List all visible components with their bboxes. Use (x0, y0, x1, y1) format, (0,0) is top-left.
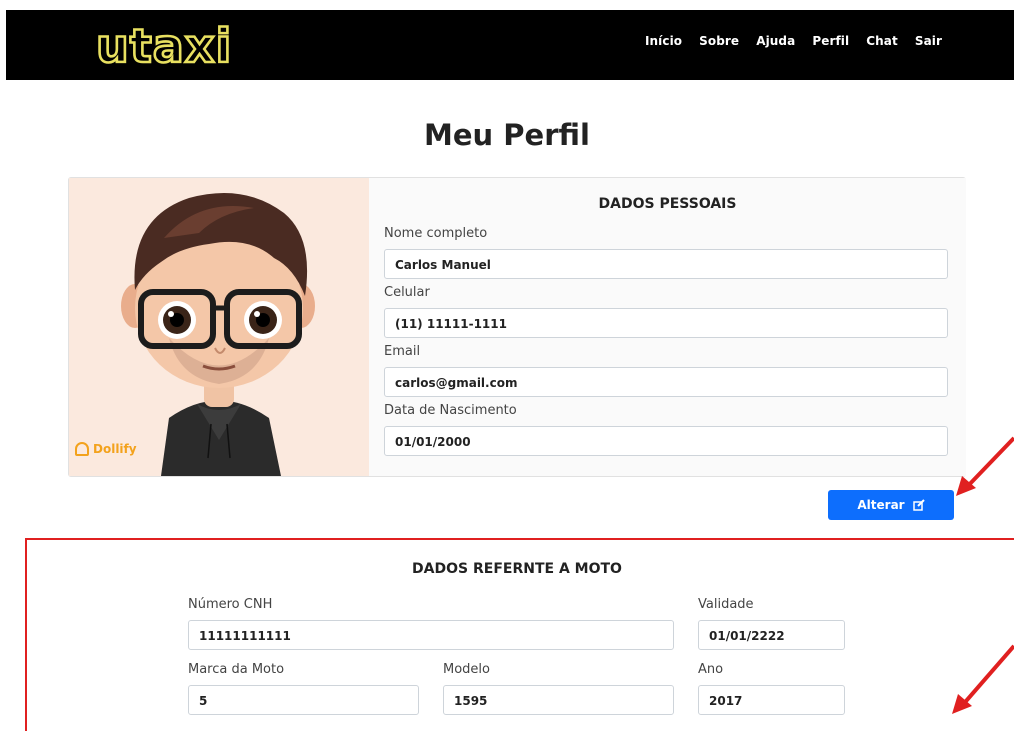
nav-menu: Início Sobre Ajuda Perfil Chat Sair (645, 34, 942, 48)
ano-field[interactable]: 2017 (698, 685, 845, 715)
headset-icon (75, 442, 89, 456)
validade-label: Validade (698, 597, 754, 612)
alter-button[interactable]: Alterar (828, 490, 954, 520)
email-label: Email (384, 344, 421, 359)
cnh-label: Número CNH (188, 597, 273, 612)
personal-data-title: DADOS PESSOAIS (598, 196, 737, 212)
birthdate-label: Data de Nascimento (384, 403, 517, 418)
modelo-label: Modelo (443, 662, 490, 677)
marca-field[interactable]: 5 (188, 685, 419, 715)
nav-link-inicio[interactable]: Início (645, 34, 682, 48)
navbar: utaxi Início Sobre Ajuda Perfil Chat Sai… (6, 10, 1014, 80)
annotation-arrow-moto (952, 644, 1014, 714)
ano-label: Ano (698, 662, 724, 677)
nav-link-perfil[interactable]: Perfil (812, 34, 849, 48)
phone-label: Celular (384, 285, 430, 300)
nav-link-chat[interactable]: Chat (866, 34, 898, 48)
birthdate-field[interactable]: 01/01/2000 (384, 426, 948, 456)
phone-field[interactable]: (11) 11111-1111 (384, 308, 948, 338)
annotation-arrow-button (956, 436, 1014, 496)
profile-card: Dollify DADOS PESSOAIS Nome completo Car… (68, 177, 966, 477)
utaxi-logo[interactable]: utaxi (94, 18, 234, 78)
cnh-field[interactable]: 11111111111 (188, 620, 674, 650)
nav-link-sair[interactable]: Sair (915, 34, 942, 48)
nav-link-sobre[interactable]: Sobre (699, 34, 739, 48)
logo-text: utaxi (96, 19, 232, 73)
name-label: Nome completo (384, 226, 488, 241)
page-title: Meu Perfil (424, 118, 590, 152)
moto-data-title: DADOS REFERNTE A MOTO (412, 561, 622, 577)
edit-icon (912, 499, 925, 511)
marca-label: Marca da Moto (188, 662, 285, 677)
validade-field[interactable]: 01/01/2222 (698, 620, 845, 650)
email-field[interactable]: carlos@gmail.com (384, 367, 948, 397)
alter-button-label: Alterar (857, 498, 905, 512)
avatar: Dollify (69, 178, 369, 476)
dollify-text: Dollify (93, 442, 137, 456)
dollify-watermark: Dollify (75, 442, 137, 456)
personal-data-form: DADOS PESSOAIS Nome completo Carlos Manu… (369, 178, 966, 476)
nav-link-ajuda[interactable]: Ajuda (756, 34, 795, 48)
modelo-field[interactable]: 1595 (443, 685, 674, 715)
name-field[interactable]: Carlos Manuel (384, 249, 948, 279)
